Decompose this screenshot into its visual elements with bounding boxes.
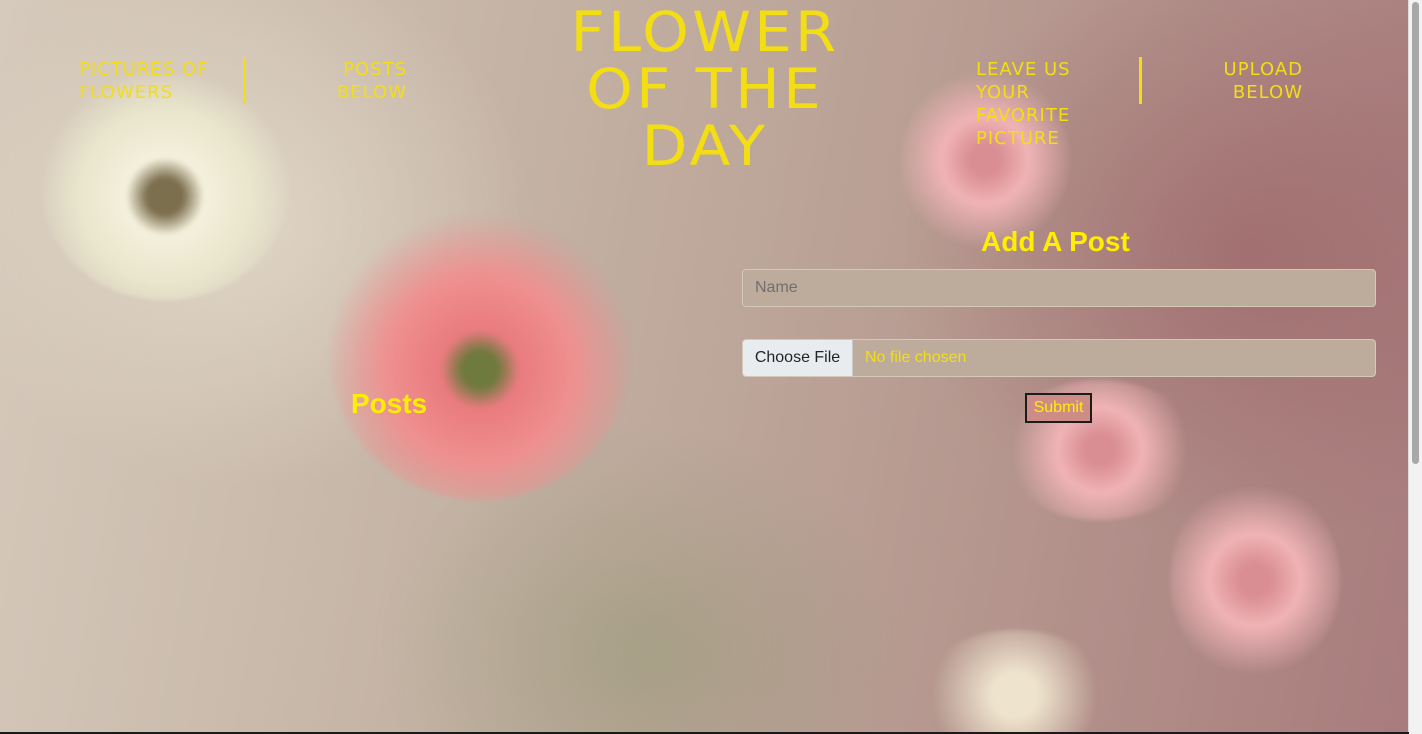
add-post-heading: Add A Post (981, 226, 1130, 257)
nav-link-upload-below[interactable]: UPLOAD BELOW (1173, 58, 1303, 104)
nav-link-pictures-of-flowers[interactable]: PICTURES OF FLOWERS (79, 58, 209, 104)
nav-link-posts-below[interactable]: POSTS BELOW (277, 58, 407, 104)
background-flower-pink-right (1170, 480, 1340, 680)
file-status-text: No file chosen (865, 349, 967, 366)
site-title: FLOWER OF THE DAY (570, 0, 840, 178)
name-input[interactable] (742, 269, 1376, 307)
nav-divider-left (243, 57, 246, 104)
nav-divider-right (1139, 57, 1142, 104)
background-flower-pink (330, 210, 630, 500)
choose-file-button[interactable]: Choose File (743, 340, 853, 376)
nav-link-leave-favorite-picture[interactable]: LEAVE US YOUR FAVORITE PICTURE (976, 58, 1086, 150)
posts-heading: Posts (351, 388, 428, 419)
file-upload-field[interactable]: Choose File No file chosen (742, 339, 1376, 377)
background-flower-white (40, 70, 290, 300)
submit-button[interactable]: Submit (1025, 393, 1092, 423)
scrollbar-thumb[interactable] (1412, 2, 1419, 464)
background-flower-cream-bottom (920, 630, 1110, 734)
vertical-scrollbar[interactable] (1408, 0, 1422, 734)
